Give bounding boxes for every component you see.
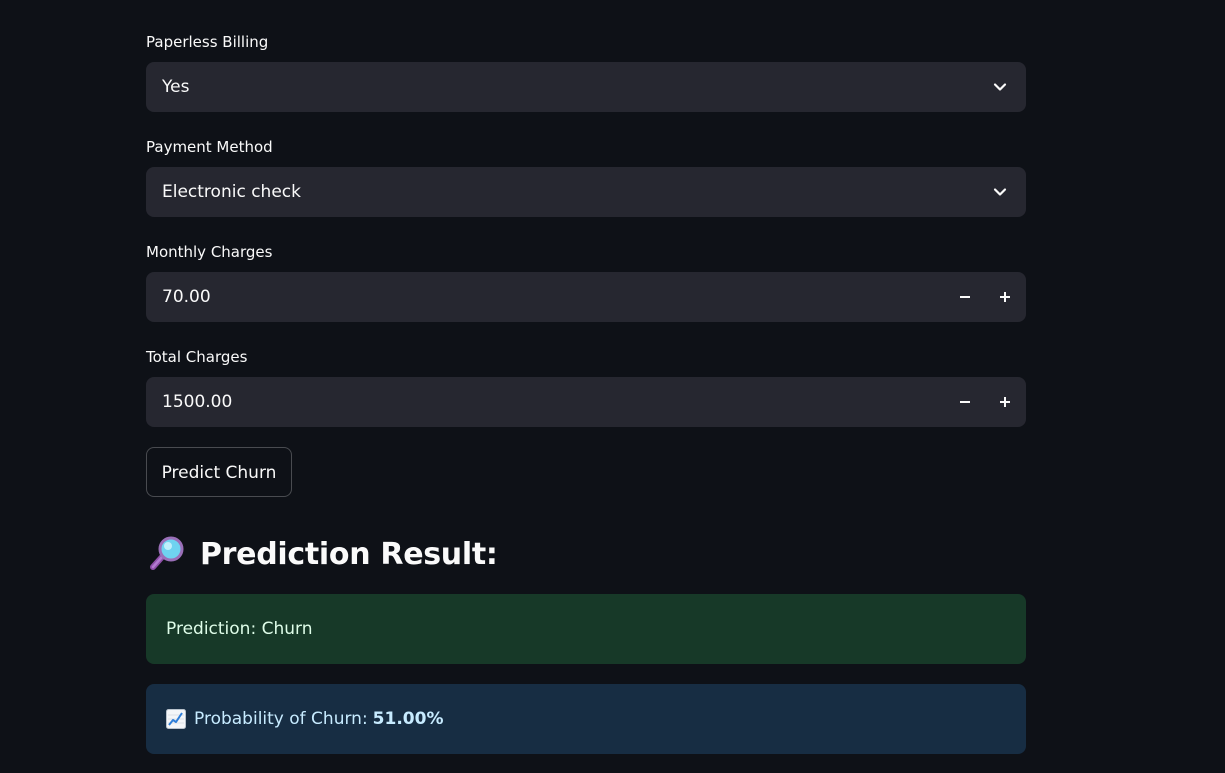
monthly-charges-label: Monthly Charges [146,243,273,261]
payment-method-select[interactable]: Electronic check [146,167,1026,217]
total-charges-decrement-button[interactable] [945,377,985,427]
monthly-charges-decrement-button[interactable] [945,272,985,322]
total-charges-increment-button[interactable] [985,377,1025,427]
paperless-billing-value: Yes [162,77,190,97]
monthly-charges-value[interactable]: 70.00 [162,272,211,322]
chevron-down-icon [993,188,1007,196]
total-charges-label: Total Charges [146,348,248,366]
probability-label: Probability of Churn: [194,709,368,729]
prediction-text: Prediction: Churn [166,619,313,639]
total-charges-number-input[interactable]: 1500.00 [146,377,1026,427]
plus-icon [1000,397,1010,407]
prediction-result-heading: Prediction Result: [148,532,498,576]
paperless-billing-select[interactable]: Yes [146,62,1026,112]
predict-churn-button[interactable]: Predict Churn [146,447,292,497]
plus-icon [1000,292,1010,302]
payment-method-value: Electronic check [162,182,301,202]
probability-value: 51.00% [372,709,444,729]
magnifying-glass-icon [150,536,184,570]
monthly-charges-number-input[interactable]: 70.00 [146,272,1026,322]
monthly-charges-increment-button[interactable] [985,272,1025,322]
prediction-result-heading-text: Prediction Result: [200,536,498,572]
probability-info-alert: Probability of Churn: 51.00% [146,684,1026,754]
total-charges-value[interactable]: 1500.00 [162,377,232,427]
prediction-success-alert: Prediction: Churn [146,594,1026,664]
payment-method-label: Payment Method [146,138,273,156]
minus-icon [960,401,970,403]
paperless-billing-label: Paperless Billing [146,33,269,51]
chevron-down-icon [993,83,1007,91]
minus-icon [960,296,970,298]
chart-increasing-icon [166,709,186,729]
